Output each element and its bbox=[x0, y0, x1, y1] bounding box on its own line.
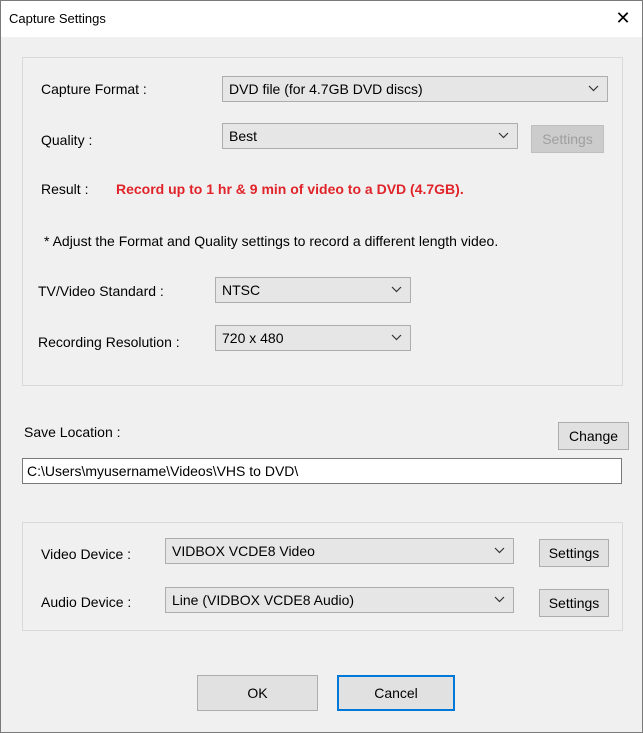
quality-label: Quality : bbox=[41, 132, 93, 148]
tv-video-standard-label: TV/Video Standard : bbox=[38, 283, 164, 299]
quality-settings-button[interactable]: Settings bbox=[531, 125, 604, 153]
result-text: Record up to 1 hr & 9 min of video to a … bbox=[116, 181, 464, 197]
close-icon[interactable]: ✕ bbox=[612, 7, 634, 29]
audio-device-settings-button[interactable]: Settings bbox=[539, 589, 609, 617]
video-device-settings-button[interactable]: Settings bbox=[539, 539, 609, 567]
ok-button[interactable]: OK bbox=[197, 675, 318, 711]
capture-format-value: DVD file (for 4.7GB DVD discs) bbox=[229, 81, 423, 97]
cancel-button[interactable]: Cancel bbox=[337, 675, 455, 711]
capture-format-label: Capture Format : bbox=[41, 81, 147, 97]
audio-device-label: Audio Device : bbox=[41, 594, 132, 610]
save-location-label: Save Location : bbox=[24, 424, 121, 440]
quality-value: Best bbox=[229, 128, 258, 144]
window-title: Capture Settings bbox=[9, 11, 106, 26]
video-device-dropdown[interactable]: VIDBOX VCDE8 Video bbox=[165, 538, 514, 564]
capture-settings-dialog: Capture Settings ✕ Capture Format : DVD … bbox=[0, 0, 643, 733]
recording-resolution-label: Recording Resolution : bbox=[38, 334, 180, 350]
chevron-down-icon bbox=[391, 334, 402, 341]
title-bar: Capture Settings ✕ bbox=[1, 1, 642, 37]
chevron-down-icon bbox=[498, 132, 509, 139]
chevron-down-icon bbox=[588, 85, 599, 92]
save-location-path-field[interactable]: C:\Users\myusername\Videos\VHS to DVD\ bbox=[22, 458, 622, 484]
capture-format-dropdown[interactable]: DVD file (for 4.7GB DVD discs) bbox=[222, 76, 608, 102]
video-device-value: VIDBOX VCDE8 Video bbox=[172, 543, 315, 559]
audio-device-dropdown[interactable]: Line (VIDBOX VCDE8 Audio) bbox=[165, 587, 514, 613]
change-location-button[interactable]: Change bbox=[558, 422, 629, 450]
tv-video-standard-value: NTSC bbox=[222, 282, 261, 298]
chevron-down-icon bbox=[494, 547, 505, 554]
format-quality-note: * Adjust the Format and Quality settings… bbox=[44, 233, 499, 249]
chevron-down-icon bbox=[494, 596, 505, 603]
quality-dropdown[interactable]: Best bbox=[222, 123, 518, 149]
save-location-path: C:\Users\myusername\Videos\VHS to DVD\ bbox=[27, 463, 299, 479]
tv-video-standard-dropdown[interactable]: NTSC bbox=[215, 277, 411, 303]
result-label: Result : bbox=[41, 181, 89, 197]
recording-resolution-value: 720 x 480 bbox=[222, 330, 284, 346]
chevron-down-icon bbox=[391, 286, 402, 293]
video-device-label: Video Device : bbox=[41, 546, 132, 562]
audio-device-value: Line (VIDBOX VCDE8 Audio) bbox=[172, 592, 355, 608]
recording-resolution-dropdown[interactable]: 720 x 480 bbox=[215, 325, 411, 351]
